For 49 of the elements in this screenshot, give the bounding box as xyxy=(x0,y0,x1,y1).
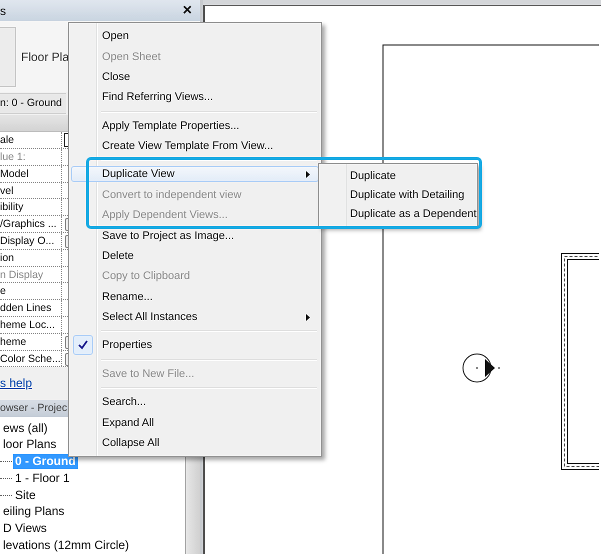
menu-item[interactable]: Apply Template Properties... xyxy=(71,118,319,134)
submenu-arrow-icon xyxy=(306,314,310,322)
tree-item[interactable]: ews (all) xyxy=(1,420,50,436)
type-name: Floor Pla xyxy=(21,50,70,64)
property-name: ale xyxy=(0,132,62,148)
tree-item[interactable]: levations (12mm Circle) xyxy=(1,538,132,554)
close-button[interactable]: × xyxy=(178,2,196,20)
panel-title: s xyxy=(0,4,6,18)
property-name: /Graphics ... xyxy=(0,216,62,232)
menu-item[interactable]: Rename... xyxy=(71,288,319,305)
tree-connector xyxy=(0,461,12,462)
tree-connector xyxy=(0,478,12,479)
property-name: Display O... xyxy=(0,233,62,249)
property-name: ion xyxy=(0,250,62,266)
menu-item[interactable]: Close xyxy=(71,68,319,85)
menu-item[interactable]: Duplicate with Detailing xyxy=(321,187,475,203)
menu-item[interactable]: Select All Instances xyxy=(71,309,319,326)
property-name: vel xyxy=(0,182,62,198)
menu-item[interactable]: Duplicate xyxy=(321,168,475,184)
property-name: heme xyxy=(0,334,62,350)
menu-item[interactable]: Create View Template From View... xyxy=(71,138,319,154)
menu-item[interactable]: Duplicate View xyxy=(71,166,319,182)
section-marker-icon xyxy=(462,354,500,382)
menu-item[interactable]: Find Referring Views... xyxy=(71,89,319,106)
tree-item[interactable]: Site xyxy=(13,488,38,503)
property-name: Color Sche... xyxy=(0,350,62,366)
tree-item[interactable]: 1 - Floor 1 xyxy=(13,470,72,486)
property-name: heme Loc... xyxy=(0,317,62,333)
menu-item[interactable]: Collapse All xyxy=(71,434,319,451)
scrollbar[interactable] xyxy=(185,456,200,554)
property-name: Model xyxy=(0,166,62,182)
submenu-arrow-icon xyxy=(306,171,310,178)
property-name: dden Lines xyxy=(0,300,62,316)
property-name: lue 1: xyxy=(0,149,62,165)
menu-item[interactable]: Duplicate as a Dependent xyxy=(321,206,475,222)
tree-item[interactable]: D Views xyxy=(1,521,49,536)
tree-item[interactable]: eiling Plans xyxy=(1,504,66,520)
property-name: n Display xyxy=(0,266,62,282)
property-name: e xyxy=(0,283,62,300)
menu-item[interactable]: Expand All xyxy=(71,414,319,431)
tree-item[interactable]: loor Plans xyxy=(1,437,58,452)
tree-connector xyxy=(0,494,12,496)
instance-selector[interactable]: n: 0 - Ground xyxy=(0,92,66,114)
property-name: ibility xyxy=(0,199,62,216)
menu-item[interactable]: Delete xyxy=(71,248,319,264)
help-link[interactable]: s help xyxy=(0,376,32,390)
menu-item[interactable]: Properties xyxy=(71,337,319,354)
menu-item[interactable]: Save to Project as Image... xyxy=(71,228,319,244)
menu-item[interactable]: Open xyxy=(71,28,319,44)
